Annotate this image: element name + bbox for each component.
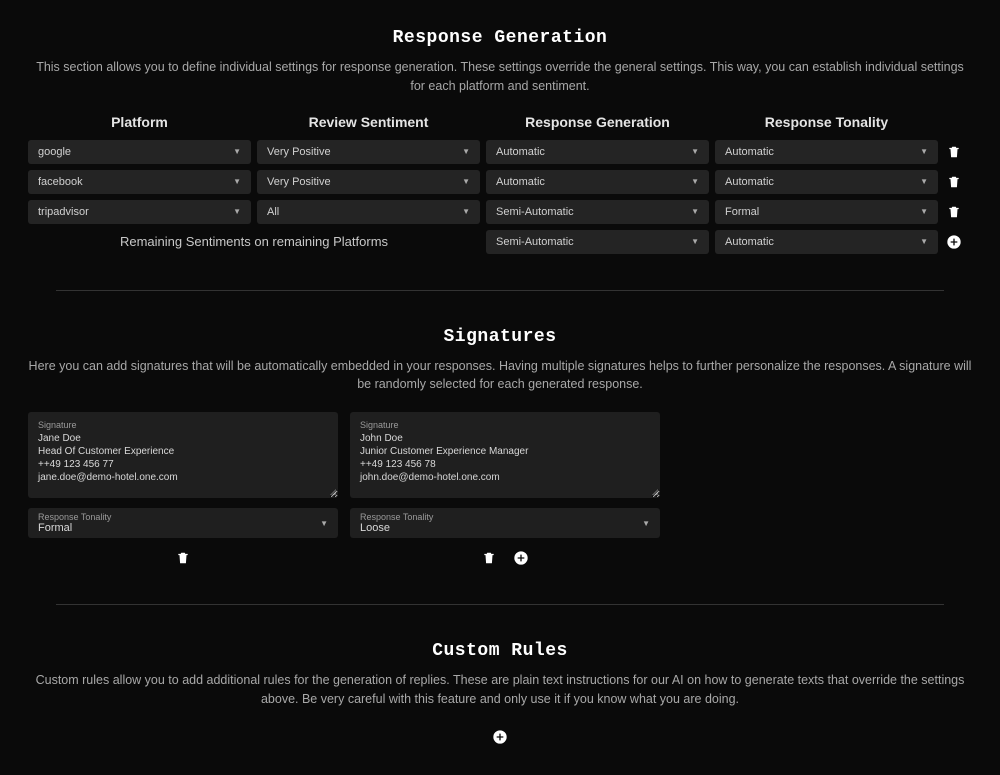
signature-card: Signature John Doe Junior Customer Exper… <box>350 412 660 568</box>
trash-icon <box>947 205 961 219</box>
add-custom-rule-button[interactable] <box>490 727 510 747</box>
section-divider <box>56 604 944 605</box>
add-signature-button[interactable] <box>511 548 531 568</box>
add-row-button[interactable] <box>944 232 964 252</box>
resize-handle-icon: ◢ <box>652 487 658 496</box>
signature-card: Signature Jane Doe Head Of Customer Expe… <box>28 412 338 568</box>
col-platform: Platform <box>28 114 251 134</box>
platform-select[interactable]: google▼ <box>28 140 251 164</box>
signature-textarea[interactable]: Signature John Doe Junior Customer Exper… <box>350 412 660 498</box>
custom-rules-title: Custom Rules <box>28 641 972 661</box>
trash-icon <box>176 551 190 565</box>
platform-select[interactable]: tripadvisor▼ <box>28 200 251 224</box>
delete-row-button[interactable] <box>944 142 964 162</box>
col-sentiment: Review Sentiment <box>257 114 480 134</box>
rg-row: tripadvisor▼ All▼ Semi-Automatic▼ Formal… <box>28 200 972 224</box>
chevron-down-icon: ▼ <box>691 147 699 156</box>
chevron-down-icon: ▼ <box>920 177 928 186</box>
signature-body: John Doe Junior Customer Experience Mana… <box>360 432 650 484</box>
tonality-select[interactable]: Automatic▼ <box>715 230 938 254</box>
chevron-down-icon: ▼ <box>691 237 699 246</box>
generation-select[interactable]: Semi-Automatic▼ <box>486 230 709 254</box>
chevron-down-icon: ▼ <box>233 207 241 216</box>
rg-row: facebook▼ Very Positive▼ Automatic▼ Auto… <box>28 170 972 194</box>
chevron-down-icon: ▼ <box>320 519 328 528</box>
trash-icon <box>482 551 496 565</box>
chevron-down-icon: ▼ <box>233 177 241 186</box>
resize-handle-icon: ◢ <box>330 487 336 496</box>
rg-remaining-row: Remaining Sentiments on remaining Platfo… <box>28 230 972 254</box>
sentiment-select[interactable]: Very Positive▼ <box>257 170 480 194</box>
chevron-down-icon: ▼ <box>642 519 650 528</box>
chevron-down-icon: ▼ <box>462 177 470 186</box>
custom-rules-description: Custom rules allow you to add additional… <box>28 671 972 709</box>
generation-select[interactable]: Automatic▼ <box>486 140 709 164</box>
chevron-down-icon: ▼ <box>691 177 699 186</box>
response-generation-description: This section allows you to define indivi… <box>28 58 972 96</box>
chevron-down-icon: ▼ <box>462 147 470 156</box>
chevron-down-icon: ▼ <box>691 207 699 216</box>
signatures-title: Signatures <box>28 327 972 347</box>
chevron-down-icon: ▼ <box>920 207 928 216</box>
signature-tonality-select[interactable]: Response Tonality Loose ▼ <box>350 508 660 538</box>
col-generation: Response Generation <box>486 114 709 134</box>
sentiment-select[interactable]: Very Positive▼ <box>257 140 480 164</box>
generation-select[interactable]: Automatic▼ <box>486 170 709 194</box>
signature-textarea[interactable]: Signature Jane Doe Head Of Customer Expe… <box>28 412 338 498</box>
signature-tonality-select[interactable]: Response Tonality Formal ▼ <box>28 508 338 538</box>
chevron-down-icon: ▼ <box>920 147 928 156</box>
col-tonality: Response Tonality <box>715 114 938 134</box>
platform-select[interactable]: facebook▼ <box>28 170 251 194</box>
delete-signature-button[interactable] <box>173 548 193 568</box>
delete-signature-button[interactable] <box>479 548 499 568</box>
tonality-select[interactable]: Formal▼ <box>715 200 938 224</box>
delete-row-button[interactable] <box>944 202 964 222</box>
plus-circle-icon <box>513 550 529 566</box>
plus-circle-icon <box>492 729 508 745</box>
section-divider <box>56 290 944 291</box>
tonality-select[interactable]: Automatic▼ <box>715 170 938 194</box>
delete-row-button[interactable] <box>944 172 964 192</box>
remaining-label: Remaining Sentiments on remaining Platfo… <box>28 232 480 251</box>
tonality-select[interactable]: Automatic▼ <box>715 140 938 164</box>
chevron-down-icon: ▼ <box>920 237 928 246</box>
signature-field-label: Signature <box>360 420 650 430</box>
generation-select[interactable]: Semi-Automatic▼ <box>486 200 709 224</box>
rg-row: google▼ Very Positive▼ Automatic▼ Automa… <box>28 140 972 164</box>
plus-circle-icon <box>946 234 962 250</box>
signature-field-label: Signature <box>38 420 328 430</box>
chevron-down-icon: ▼ <box>233 147 241 156</box>
tonality-label: Response Tonality <box>38 512 111 522</box>
signature-body: Jane Doe Head Of Customer Experience ++4… <box>38 432 328 484</box>
tonality-label: Response Tonality <box>360 512 433 522</box>
trash-icon <box>947 175 961 189</box>
trash-icon <box>947 145 961 159</box>
sentiment-select[interactable]: All▼ <box>257 200 480 224</box>
response-generation-title: Response Generation <box>28 28 972 48</box>
signatures-description: Here you can add signatures that will be… <box>28 357 972 395</box>
chevron-down-icon: ▼ <box>462 207 470 216</box>
